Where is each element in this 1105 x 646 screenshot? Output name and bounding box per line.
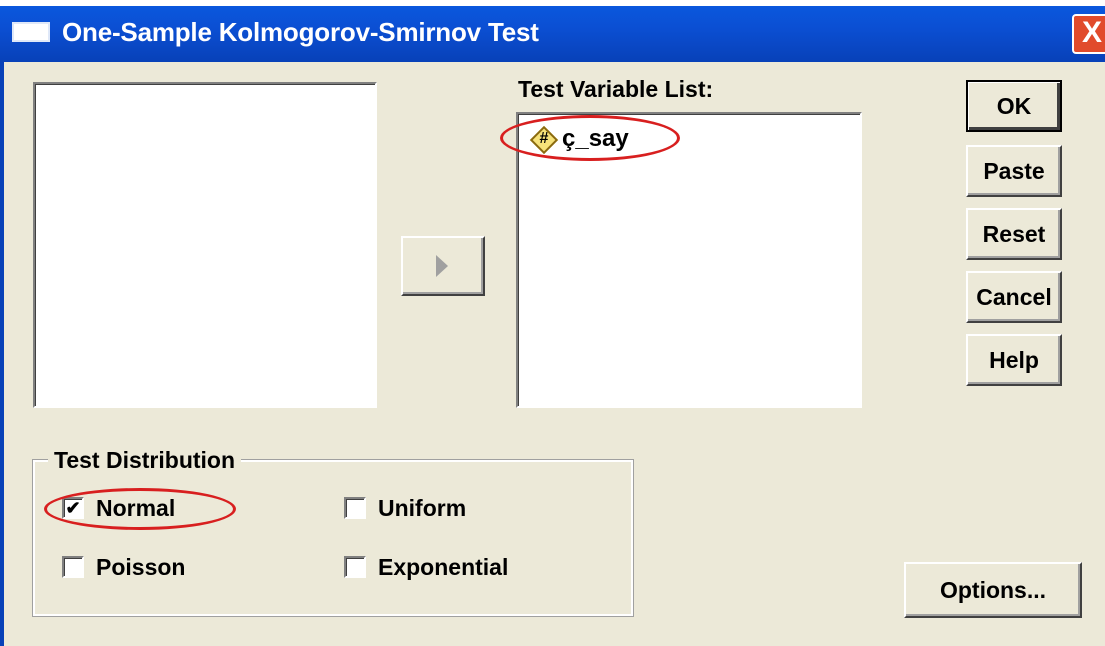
normal-label: Normal [96,495,176,521]
help-button[interactable]: Help [966,334,1062,386]
title-bar: One-Sample Kolmogorov-Smirnov Test X [0,0,1105,62]
test-distribution-label: Test Distribution [48,447,242,473]
source-variable-list[interactable] [33,82,377,408]
test-variable-list[interactable]: # ç_say [516,112,862,408]
test-variable-list-label: Test Variable List: [518,76,714,102]
paste-button[interactable]: Paste [966,145,1062,197]
test-distribution-group [32,459,634,617]
cancel-button[interactable]: Cancel [966,271,1062,323]
poisson-label: Poisson [96,554,186,580]
window-icon [12,22,50,42]
normal-checkbox[interactable]: ✔ [62,497,84,519]
title-bar-top-strip [0,0,1105,6]
window-title: One-Sample Kolmogorov-Smirnov Test [62,17,539,47]
uniform-checkbox[interactable] [344,497,366,519]
options-button[interactable]: Options... [904,562,1082,618]
right-arrow-icon [436,255,448,277]
poisson-checkbox[interactable] [62,556,84,578]
numeric-variable-glyph: # [539,130,549,147]
ok-button[interactable]: OK [966,80,1062,132]
exponential-label: Exponential [378,554,509,580]
variable-name: ç_say [562,125,629,152]
exponential-checkbox[interactable] [344,556,366,578]
reset-button[interactable]: Reset [966,208,1062,260]
move-variable-button[interactable] [401,236,485,296]
uniform-label: Uniform [378,495,467,521]
close-button[interactable]: X [1072,14,1105,54]
